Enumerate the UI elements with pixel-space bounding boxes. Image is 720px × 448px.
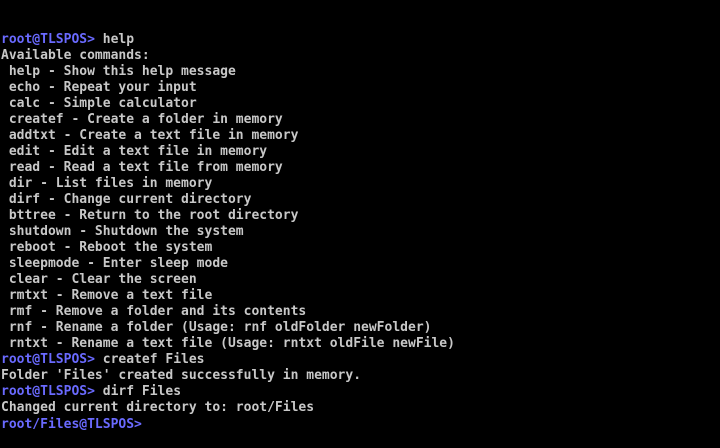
output-line: edit - Edit a text file in memory <box>0 144 720 160</box>
output-text: rntxt - Rename a text file (Usage: rntxt… <box>1 336 455 351</box>
output-text: reboot - Reboot the system <box>1 240 213 255</box>
output-text: help - Show this help message <box>1 64 236 79</box>
output-line: reboot - Reboot the system <box>0 240 720 256</box>
output-line: sleepmode - Enter sleep mode <box>0 256 720 272</box>
output-line: help - Show this help message <box>0 64 720 80</box>
terminal-window[interactable]: root@TLSPOS> help Available commands: hel… <box>0 0 720 432</box>
output-line: bttree - Return to the root directory <box>0 208 720 224</box>
output-line: Folder 'Files' created successfully in m… <box>0 368 720 384</box>
output-line: Available commands: <box>0 48 720 64</box>
output-line: dir - List files in memory <box>0 176 720 192</box>
output-line: Changed current directory to: root/Files <box>0 400 720 416</box>
command-line: root/Files@TLSPOS> <box>0 416 720 432</box>
output-line: echo - Repeat your input <box>0 80 720 96</box>
output-line: shutdown - Shutdown the system <box>0 224 720 240</box>
shell-prompt: root@TLSPOS> <box>1 384 95 399</box>
command-text: help <box>94 32 135 47</box>
output-text: dirf - Change current directory <box>1 192 252 207</box>
output-line: rmf - Remove a folder and its contents <box>0 304 720 320</box>
command-line: root@TLSPOS> help <box>0 32 720 48</box>
output-text: Changed current directory to: root/Files <box>1 400 315 415</box>
output-text: dir - List files in memory <box>1 176 213 191</box>
shell-prompt: root@TLSPOS> <box>1 352 95 367</box>
text-cursor <box>142 416 150 430</box>
output-line: addtxt - Create a text file in memory <box>0 128 720 144</box>
output-text: read - Read a text file from memory <box>1 160 283 175</box>
output-text: Folder 'Files' created successfully in m… <box>1 368 362 383</box>
output-text: Available commands: <box>1 48 150 63</box>
output-text: addtxt - Create a text file in memory <box>1 128 299 143</box>
output-text: sleepmode - Enter sleep mode <box>1 256 228 271</box>
output-text: createf - Create a folder in memory <box>1 112 283 127</box>
terminal-output: root@TLSPOS> help Available commands: hel… <box>0 32 720 432</box>
output-text: rmtxt - Remove a text file <box>1 288 213 303</box>
command-line: root@TLSPOS> dirf Files <box>0 384 720 400</box>
command-text: createf Files <box>94 352 205 367</box>
output-text: bttree - Return to the root directory <box>1 208 299 223</box>
output-text: edit - Edit a text file in memory <box>1 144 268 159</box>
output-line: createf - Create a folder in memory <box>0 112 720 128</box>
output-line: clear - Clear the screen <box>0 272 720 288</box>
output-text: echo - Repeat your input <box>1 80 197 95</box>
shell-prompt: root/Files@TLSPOS> <box>1 417 142 432</box>
output-text: clear - Clear the screen <box>1 272 197 287</box>
shell-prompt: root@TLSPOS> <box>1 32 95 47</box>
output-text: calc - Simple calculator <box>1 96 197 111</box>
command-text: dirf Files <box>94 384 182 399</box>
output-line: calc - Simple calculator <box>0 96 720 112</box>
output-line: rmtxt - Remove a text file <box>0 288 720 304</box>
output-line: rntxt - Rename a text file (Usage: rntxt… <box>0 336 720 352</box>
command-line: root@TLSPOS> createf Files <box>0 352 720 368</box>
output-line: read - Read a text file from memory <box>0 160 720 176</box>
output-text: shutdown - Shutdown the system <box>1 224 244 239</box>
output-line: dirf - Change current directory <box>0 192 720 208</box>
output-text: rnf - Rename a folder (Usage: rnf oldFol… <box>1 320 432 335</box>
output-line: rnf - Rename a folder (Usage: rnf oldFol… <box>0 320 720 336</box>
output-text: rmf - Remove a folder and its contents <box>1 304 307 319</box>
